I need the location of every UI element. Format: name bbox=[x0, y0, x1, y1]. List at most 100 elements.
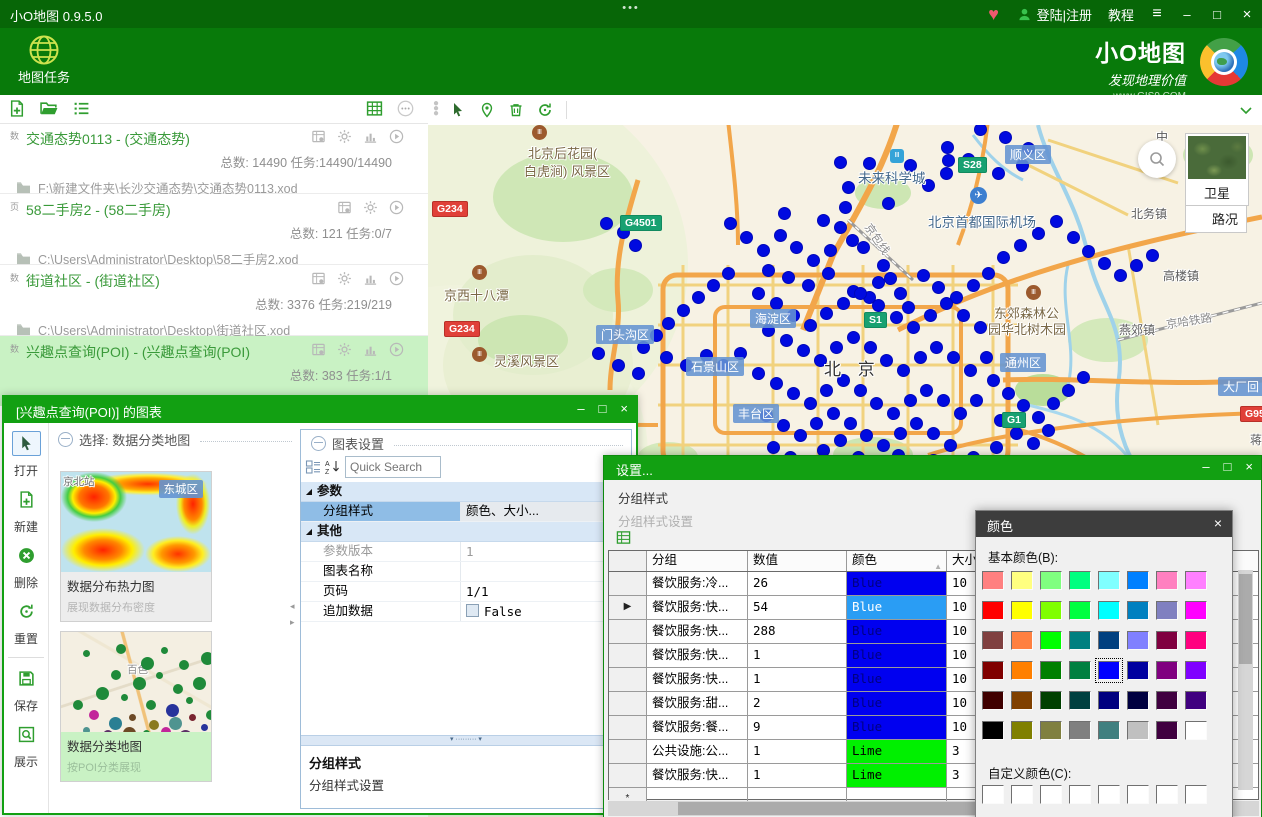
color-swatch[interactable] bbox=[1069, 571, 1091, 590]
poi-dot[interactable] bbox=[804, 397, 817, 410]
poi-dot[interactable] bbox=[790, 241, 803, 254]
poi-dot[interactable] bbox=[860, 429, 873, 442]
chart-dialog-minimize-button[interactable]: – bbox=[577, 401, 584, 416]
cell-color[interactable]: Blue bbox=[847, 596, 947, 619]
cell-value[interactable]: 1 bbox=[748, 764, 847, 787]
poi-dot[interactable] bbox=[774, 229, 787, 242]
color-swatch[interactable] bbox=[1011, 661, 1033, 680]
poi-dot[interactable] bbox=[914, 351, 927, 364]
color-swatch[interactable] bbox=[1127, 691, 1149, 710]
poi-dot[interactable] bbox=[894, 427, 907, 440]
poi-dot[interactable] bbox=[782, 271, 795, 284]
traffic-layer-button[interactable]: 路况 bbox=[1185, 205, 1247, 233]
poi-dot[interactable] bbox=[824, 244, 837, 257]
color-swatch[interactable] bbox=[982, 601, 1004, 620]
cell-value[interactable]: 2 bbox=[748, 692, 847, 715]
poi-dot[interactable] bbox=[932, 281, 945, 294]
cell-group[interactable]: 餐饮服务:餐... bbox=[647, 716, 748, 739]
property-row-append-data[interactable]: 追加数据 False bbox=[301, 602, 631, 622]
poi-dot[interactable] bbox=[854, 287, 867, 300]
task-item[interactable]: 页58二手房2 - (58二手房)总数: 121 任务:0/7C:\Users\… bbox=[0, 194, 428, 265]
poi-dot[interactable] bbox=[692, 291, 705, 304]
poi-dot[interactable] bbox=[872, 276, 885, 289]
poi-dot[interactable] bbox=[964, 364, 977, 377]
property-category[interactable]: ◢其他 bbox=[301, 522, 631, 542]
process-icon[interactable] bbox=[337, 129, 352, 144]
categorize-icon[interactable] bbox=[305, 459, 321, 475]
tool-save[interactable]: 保存 bbox=[4, 666, 48, 714]
color-swatch[interactable] bbox=[1127, 631, 1149, 650]
poi-dot[interactable] bbox=[834, 221, 847, 234]
poi-dot[interactable] bbox=[999, 131, 1012, 144]
trash-icon[interactable] bbox=[508, 102, 524, 118]
location-pin-icon[interactable] bbox=[479, 102, 495, 118]
poi-dot[interactable] bbox=[817, 214, 830, 227]
color-swatch[interactable] bbox=[1185, 571, 1207, 590]
poi-dot[interactable] bbox=[854, 384, 867, 397]
color-swatch[interactable] bbox=[982, 631, 1004, 650]
poi-dot[interactable] bbox=[1017, 399, 1030, 412]
poi-dot[interactable] bbox=[917, 269, 930, 282]
login-button[interactable]: 登陆|注册 bbox=[1017, 5, 1092, 24]
satellite-layer-button[interactable]: 卫星 bbox=[1185, 133, 1249, 206]
cell-value[interactable]: 288 bbox=[748, 620, 847, 643]
poi-dot[interactable] bbox=[870, 397, 883, 410]
cell-value[interactable]: 9 bbox=[748, 716, 847, 739]
task-item[interactable]: 数街道社区 - (街道社区)总数: 3376 任务:219/219C:\User… bbox=[0, 265, 428, 336]
color-swatch[interactable] bbox=[982, 691, 1004, 710]
process-icon[interactable] bbox=[337, 342, 352, 357]
poi-dot[interactable] bbox=[897, 364, 910, 377]
color-swatch[interactable] bbox=[1098, 691, 1120, 710]
heart-icon[interactable]: ♥ bbox=[987, 5, 1001, 23]
poi-dot[interactable] bbox=[857, 241, 870, 254]
run-icon[interactable] bbox=[389, 129, 404, 144]
color-swatch[interactable] bbox=[1185, 631, 1207, 650]
cell-color[interactable]: Blue bbox=[847, 692, 947, 715]
select-cursor-icon[interactable] bbox=[450, 102, 466, 118]
tool-delete-circle[interactable]: 删除 bbox=[4, 543, 48, 591]
cell-group[interactable]: 餐饮服务:冷... bbox=[647, 572, 748, 595]
poi-dot[interactable] bbox=[937, 394, 950, 407]
poi-dot[interactable] bbox=[940, 297, 953, 310]
poi-dot[interactable] bbox=[722, 267, 735, 280]
column-header-value[interactable]: 数值 bbox=[748, 551, 847, 571]
tool-new-file[interactable]: 新建 bbox=[4, 487, 48, 535]
run-icon[interactable] bbox=[389, 342, 404, 357]
run-icon[interactable] bbox=[389, 200, 404, 215]
color-swatch[interactable] bbox=[1127, 571, 1149, 590]
poi-dot[interactable] bbox=[944, 439, 957, 452]
poi-dot[interactable] bbox=[907, 321, 920, 334]
color-swatch[interactable] bbox=[1011, 601, 1033, 620]
add-task-icon[interactable] bbox=[8, 100, 26, 117]
poi-dot[interactable] bbox=[842, 181, 855, 194]
map-sheet-icon[interactable] bbox=[311, 129, 326, 144]
color-swatch[interactable] bbox=[1156, 601, 1178, 620]
settings-close-button[interactable]: × bbox=[1245, 459, 1253, 474]
poi-dot[interactable] bbox=[884, 272, 897, 285]
color-swatch[interactable] bbox=[1069, 601, 1091, 620]
color-swatch[interactable] bbox=[1040, 631, 1062, 650]
cell-color[interactable]: Lime bbox=[847, 740, 947, 763]
poi-dot[interactable] bbox=[600, 217, 613, 230]
thumbnail-classified-map[interactable]: 百色 数据分类地图 按POI分类展现 bbox=[60, 631, 212, 782]
color-swatch[interactable] bbox=[982, 571, 1004, 590]
chart-icon[interactable] bbox=[363, 271, 378, 286]
color-swatch[interactable] bbox=[1011, 721, 1033, 740]
quick-search-input[interactable] bbox=[345, 456, 441, 478]
collapse-icon[interactable] bbox=[311, 436, 326, 451]
row-selector[interactable] bbox=[609, 620, 647, 643]
poi-dot[interactable] bbox=[990, 441, 1003, 454]
poi-dot[interactable] bbox=[847, 331, 860, 344]
poi-dot[interactable] bbox=[1002, 387, 1015, 400]
poi-dot[interactable] bbox=[820, 307, 833, 320]
cell-value[interactable]: 26 bbox=[748, 572, 847, 595]
poi-dot[interactable] bbox=[880, 354, 893, 367]
map-sheet-icon[interactable] bbox=[311, 342, 326, 357]
minimize-button[interactable]: – bbox=[1180, 7, 1194, 22]
color-swatch[interactable] bbox=[1040, 661, 1062, 680]
poi-dot[interactable] bbox=[941, 141, 954, 154]
cell-group[interactable]: 餐饮服务:快... bbox=[647, 764, 748, 787]
color-swatch[interactable] bbox=[1156, 721, 1178, 740]
poi-dot[interactable] bbox=[872, 299, 885, 312]
tutorial-button[interactable]: 教程 bbox=[1108, 5, 1134, 24]
